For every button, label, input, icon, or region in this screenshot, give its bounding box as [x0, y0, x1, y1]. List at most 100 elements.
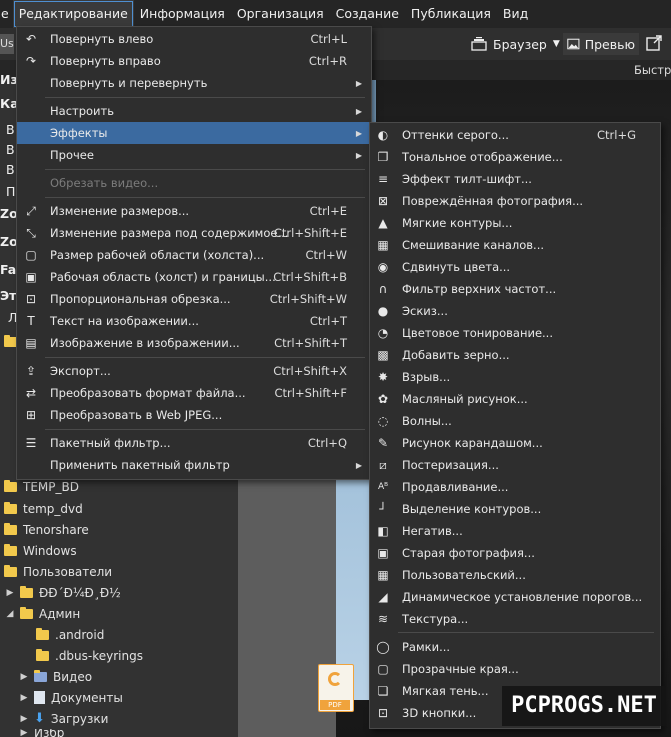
tree-item-label: TEMP_BD	[23, 479, 79, 494]
menu-separator	[45, 357, 365, 358]
edit-menu-item[interactable]: ☰ Пакетный фильтр... Ctrl+Q	[17, 432, 371, 454]
effects-menu-item[interactable]: ≡ Эффект тилт-шифт...	[370, 168, 660, 190]
edit-menu-item[interactable]: Применить пакетный фильтр ▶	[17, 454, 371, 476]
effects-menu-item[interactable]: ◔ Цветовое тонирование...	[370, 322, 660, 344]
effects-menu-item[interactable]: ⊠ Повреждённая фотография...	[370, 190, 660, 212]
edit-menu-item[interactable]: T Текст на изображении... Ctrl+T	[17, 310, 371, 332]
explode-icon: ✸	[377, 370, 389, 384]
open-external-button[interactable]	[645, 34, 665, 54]
effects-menu-item[interactable]: ◢ Динамическое установление порогов...	[370, 586, 660, 608]
texture-icon: ≋	[377, 612, 389, 626]
effects-menu-item[interactable]: ◉ Сдвинуть цвета...	[370, 256, 660, 278]
export-icon: ⇪	[25, 364, 37, 378]
effects-menu-item[interactable]: ❐ Тональное отображение...	[370, 146, 660, 168]
folder-icon	[36, 627, 49, 640]
menu-item-label: Изменение размера под содержимое...	[50, 226, 289, 240]
tree-item[interactable]: temp_dvd	[4, 498, 83, 519]
effects-menu-item[interactable]: ▣ Старая фотография...	[370, 542, 660, 564]
menu-organize[interactable]: Организация	[231, 0, 330, 28]
rotate-right-icon: ↷	[25, 54, 37, 68]
chevron-right-icon[interactable]: ▶	[4, 588, 16, 598]
menu-view[interactable]: Вид	[497, 0, 534, 28]
tree-item[interactable]: ▶ ÐÐ´Ð¼Ð¸Ð½	[4, 582, 121, 603]
effects-menu-item[interactable]: ⧄ Постеризация...	[370, 454, 660, 476]
effects-menu-item[interactable]: ▩ Добавить зерно...	[370, 344, 660, 366]
edit-menu-item[interactable]: ▤ Изображение в изображении... Ctrl+Shift+…	[17, 332, 371, 354]
edit-menu-item[interactable]: ⇄ Преобразовать формат файла... Ctrl+Shift…	[17, 382, 371, 404]
effects-menu-item[interactable]: ┘ Выделение контуров...	[370, 498, 660, 520]
edit-menu-item[interactable]: ↶ Повернуть влево Ctrl+L	[17, 28, 371, 50]
effects-menu-item[interactable]: ▦ Пользовательский...	[370, 564, 660, 586]
menu-item-label: Применить пакетный фильтр	[50, 458, 230, 472]
edit-menu-item[interactable]: Повернуть и перевернуть ▶	[17, 72, 371, 94]
effects-menu-item[interactable]: ≋ Текстура...	[370, 608, 660, 630]
menu-item-shortcut: Ctrl+G	[596, 128, 636, 142]
effects-menu-item[interactable]: ◯ Рамки...	[370, 636, 660, 658]
edit-menu-item[interactable]: ▣ Рабочая область (холст) и границы... Ctr…	[17, 266, 371, 288]
effects-menu-item[interactable]: ▢ Прозрачные края...	[370, 658, 660, 680]
effects-menu-item[interactable]: ✸ Взрыв...	[370, 366, 660, 388]
edit-menu-item[interactable]: ⊞ Преобразовать в Web JPEG...	[17, 404, 371, 426]
browser-button[interactable]: Браузер ▼	[471, 33, 560, 55]
menu-item-label: Изображение в изображении...	[50, 336, 240, 350]
tree-item-label: .android	[55, 627, 105, 642]
tree-item[interactable]: ▶ Видео	[18, 666, 92, 687]
effects-menu-item[interactable]: ✿ Масляный рисунок...	[370, 388, 660, 410]
rotate-left-icon: ↶	[25, 32, 37, 46]
menu-item-label: Повернуть и перевернуть	[50, 76, 208, 90]
menu-item-label: Эффекты	[50, 126, 108, 140]
effects-menu-item[interactable]: ▦ Смешивание каналов...	[370, 234, 660, 256]
effects-menu-item[interactable]: ◐ Оттенки серого... Ctrl+G	[370, 124, 660, 146]
edit-menu-item[interactable]: ⇪ Экспорт... Ctrl+Shift+X	[17, 360, 371, 382]
tree-item[interactable]: .android	[36, 624, 104, 645]
menu-item-label: Волны...	[402, 414, 452, 428]
submenu-arrow-icon: ▶	[355, 150, 362, 160]
menu-item-shortcut: Ctrl+Shift+F	[274, 386, 348, 400]
edit-menu-item[interactable]: Эффекты ▶	[17, 122, 371, 144]
menu-item-shortcut: Ctrl+Shift+B	[273, 270, 347, 284]
edit-menu-item[interactable]: ⤢ Изменение размеров... Ctrl+E	[17, 200, 371, 222]
folder-icon	[20, 606, 33, 619]
effects-menu-item[interactable]: ✎ Рисунок карандашом...	[370, 432, 660, 454]
menu-create[interactable]: Создание	[330, 0, 405, 28]
chevron-right-icon[interactable]: ▶	[18, 729, 30, 737]
effects-menu-item[interactable]: ▲ Мягкие контуры...	[370, 212, 660, 234]
tree-item[interactable]: ▶ ⬇ Загрузки	[18, 708, 109, 729]
chevron-down-icon[interactable]: ◢	[4, 609, 16, 619]
edit-menu-item[interactable]: ↷ Повернуть вправо Ctrl+R	[17, 50, 371, 72]
menu-view-partial[interactable]: е	[0, 0, 13, 28]
effects-menu-item[interactable]: ∩ Фильтр верхних частот...	[370, 278, 660, 300]
menu-info[interactable]: Информация	[134, 0, 231, 28]
menu-publish[interactable]: Публикация	[405, 0, 497, 28]
tree-item[interactable]: Tenorshare	[4, 519, 89, 540]
menu-item-shortcut: Ctrl+Shift+W	[269, 292, 347, 306]
tree-item[interactable]: ▶ Документы	[18, 687, 123, 708]
chevron-right-icon[interactable]: ▶	[18, 672, 30, 682]
tree-item[interactable]: Пользователи	[4, 561, 112, 582]
sketch-icon: ●	[377, 304, 389, 318]
chevron-down-icon: ▼	[552, 39, 560, 49]
transparent-edges-icon: ▢	[377, 662, 389, 676]
effects-menu-item[interactable]: ● Эскиз...	[370, 300, 660, 322]
effects-menu-item[interactable]: Aᴮ Продавливание...	[370, 476, 660, 498]
chevron-right-icon[interactable]: ▶	[18, 714, 30, 724]
tree-item[interactable]: Windows	[4, 540, 77, 561]
effects-menu-item[interactable]: ◧ Негатив...	[370, 520, 660, 542]
preview-button[interactable]: Превью	[563, 33, 639, 55]
edit-menu-item[interactable]: ⤡ Изменение размера под содержимое... Ctrl…	[17, 222, 371, 244]
edit-menu-item[interactable]: Прочее ▶	[17, 144, 371, 166]
chevron-right-icon[interactable]: ▶	[18, 693, 30, 703]
edit-menu-item[interactable]: ▢ Размер рабочей области (холста)... Ctrl+…	[17, 244, 371, 266]
folder-icon	[36, 648, 49, 661]
tree-item[interactable]: ▶ Избр	[18, 729, 65, 737]
tree-item[interactable]: .dbus-keyrings	[36, 645, 143, 666]
effects-menu-item[interactable]: ◌ Волны...	[370, 410, 660, 432]
menu-edit[interactable]: Редактирование	[12, 0, 134, 28]
tree-item-label: Видео	[53, 669, 93, 684]
edit-menu-item[interactable]: Настроить ▶	[17, 100, 371, 122]
tree-item[interactable]: ◢ Админ	[4, 603, 80, 624]
edit-menu-item[interactable]: ⊡ Пропорциональная обрезка... Ctrl+Shift+W	[17, 288, 371, 310]
menu-item-shortcut: Ctrl+Q	[307, 436, 347, 450]
posterize-icon: ⧄	[379, 457, 387, 472]
user-tab[interactable]: Use	[0, 34, 14, 54]
